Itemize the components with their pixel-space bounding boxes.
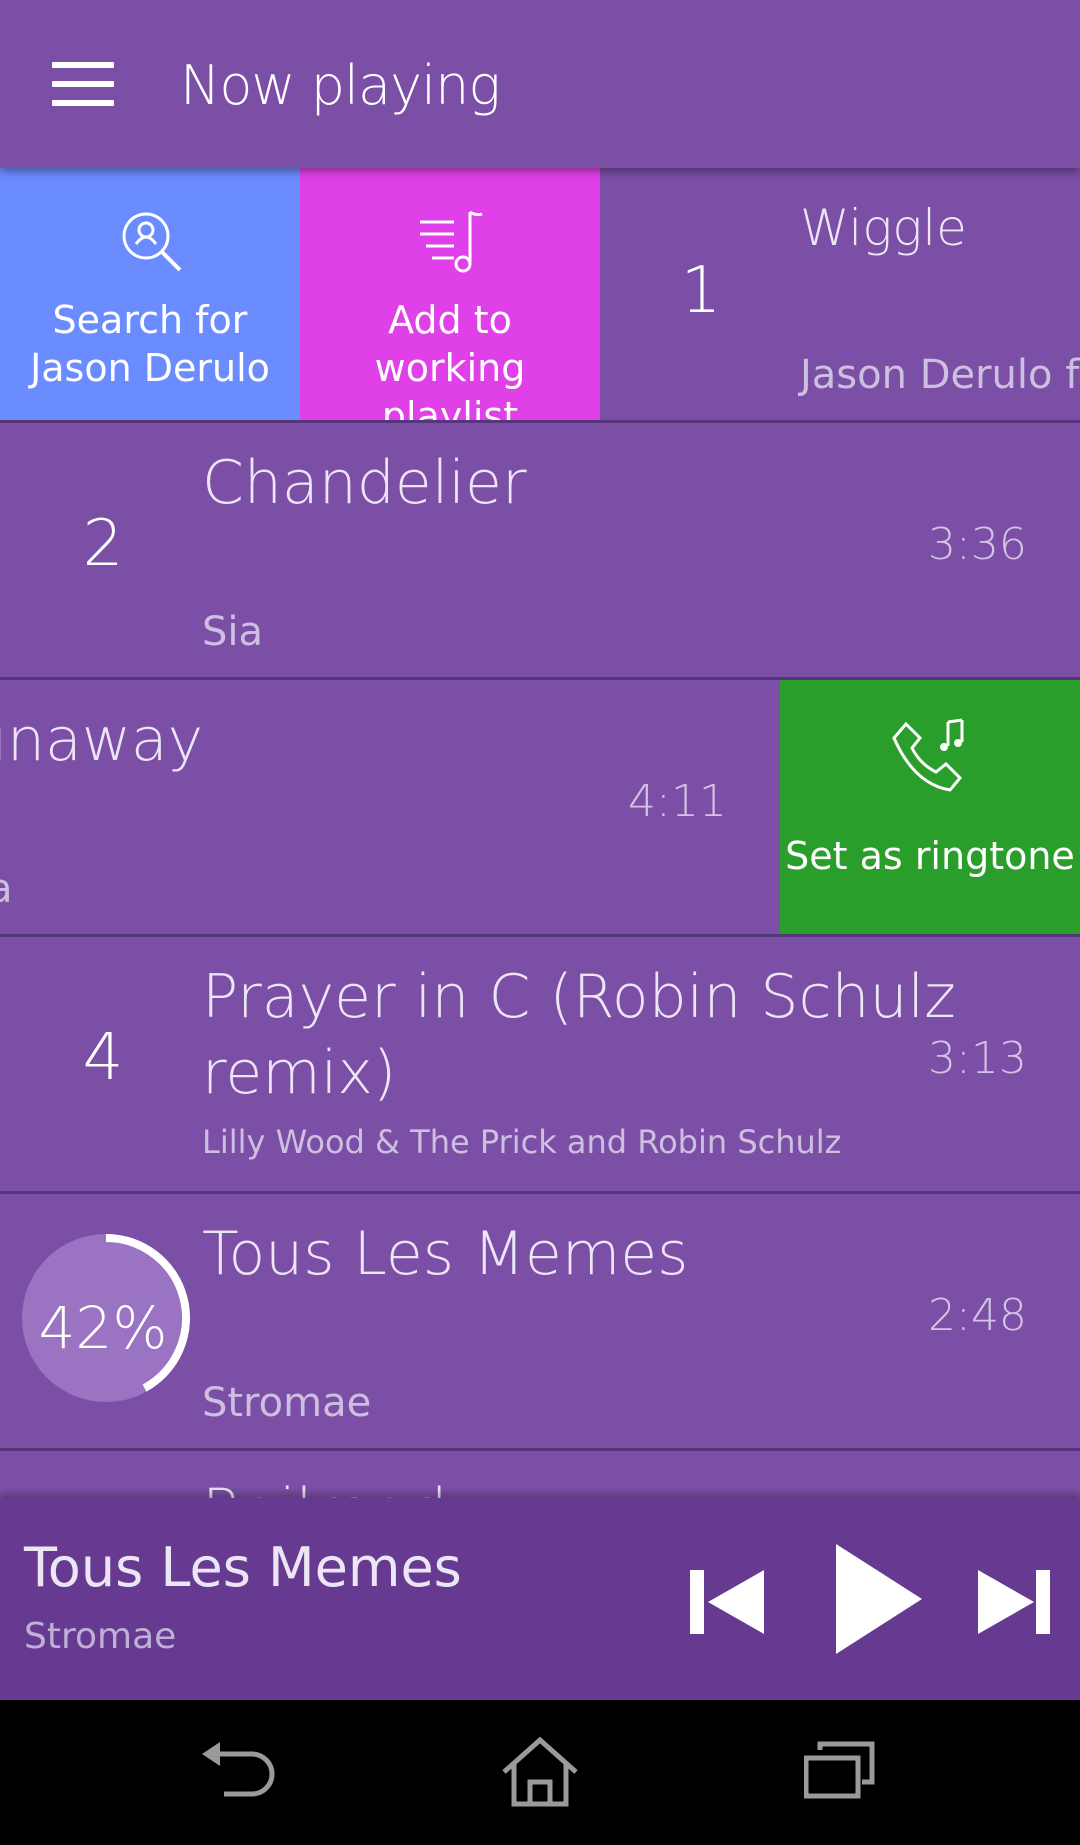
track-title: Chandelier <box>202 448 527 518</box>
track-title: Railroad <box>202 1473 447 1498</box>
track-title: Wiggle <box>800 199 967 257</box>
track-title: Tous Les Memes <box>202 1219 689 1289</box>
track-number: 2 <box>82 507 124 581</box>
now-playing-title: Tous Les Memes <box>24 1536 462 1599</box>
track-artist: Sia <box>202 609 264 655</box>
app-bar: Now playing <box>0 0 1080 168</box>
track-title-line-1: Prayer in C (Robin Schulz <box>202 962 956 1032</box>
track-title: Prayer in C (Robin Schulz remix) <box>202 959 956 1111</box>
add-to-working-playlist-button[interactable]: Add to working playlist <box>300 168 600 423</box>
track-number: 1 <box>680 254 722 328</box>
ringtone-icon <box>892 718 964 792</box>
track-artist: Stromae <box>202 1380 372 1426</box>
now-playing-artist: Stromae <box>24 1616 177 1657</box>
track-row-6[interactable]: Railroad <box>0 1451 1080 1498</box>
previous-icon[interactable] <box>690 1570 764 1634</box>
play-icon[interactable] <box>836 1544 922 1654</box>
track-duration: 2:48 <box>928 1290 1027 1341</box>
track-row-2[interactable]: 2 Chandelier Sia 3:36 <box>0 423 1080 680</box>
track-row-1[interactable]: Search for Jason Derulo feat. Snoop Add … <box>0 168 1080 423</box>
track-row-4[interactable]: 4 Prayer in C (Robin Schulz remix) Lilly… <box>0 937 1080 1194</box>
system-navigation-bar <box>0 1700 1080 1845</box>
track-number: 4 <box>82 1021 124 1095</box>
track-list[interactable]: Search for Jason Derulo feat. Snoop Add … <box>0 168 1080 1498</box>
track-duration: 3:13 <box>928 1033 1027 1084</box>
home-icon[interactable] <box>500 1736 580 1808</box>
track-row-3[interactable]: Runaway a 4:11 Set as ringtone <box>0 680 1080 937</box>
playlist-add-icon <box>420 210 483 273</box>
track-artist: Jason Derulo feat. <box>800 352 1080 398</box>
track-title-line-2: remix) <box>202 1038 397 1108</box>
track-duration: 3:36 <box>928 519 1027 570</box>
track-title: Runaway <box>0 705 204 775</box>
track-duration: 4:11 <box>628 776 727 827</box>
next-icon[interactable] <box>978 1570 1050 1634</box>
search-icon <box>122 212 182 272</box>
track-artist: a <box>0 866 13 912</box>
mini-player[interactable]: Tous Les Memes Stromae <box>0 1498 1080 1700</box>
back-icon[interactable] <box>200 1740 280 1802</box>
search-for-artist-button[interactable]: Search for Jason Derulo feat. Snoop <box>0 168 300 420</box>
playback-progress-text: 42% <box>38 1294 168 1362</box>
track-row-5[interactable]: 42% Tous Les Memes Stromae 2:48 <box>0 1194 1080 1451</box>
recent-apps-icon[interactable] <box>804 1740 876 1800</box>
set-as-ringtone-label: Set as ringtone <box>785 834 1075 878</box>
page-title: Now playing <box>180 54 501 117</box>
search-for-label: Search for Jason Derulo feat. Snoop <box>30 298 270 396</box>
menu-icon[interactable] <box>52 62 114 106</box>
set-as-ringtone-button[interactable]: Set as ringtone <box>780 680 1080 934</box>
track-artist: Lilly Wood & The Prick and Robin Schulz <box>202 1123 842 1161</box>
add-to-working-playlist-label: Add to working playlist <box>374 298 526 423</box>
